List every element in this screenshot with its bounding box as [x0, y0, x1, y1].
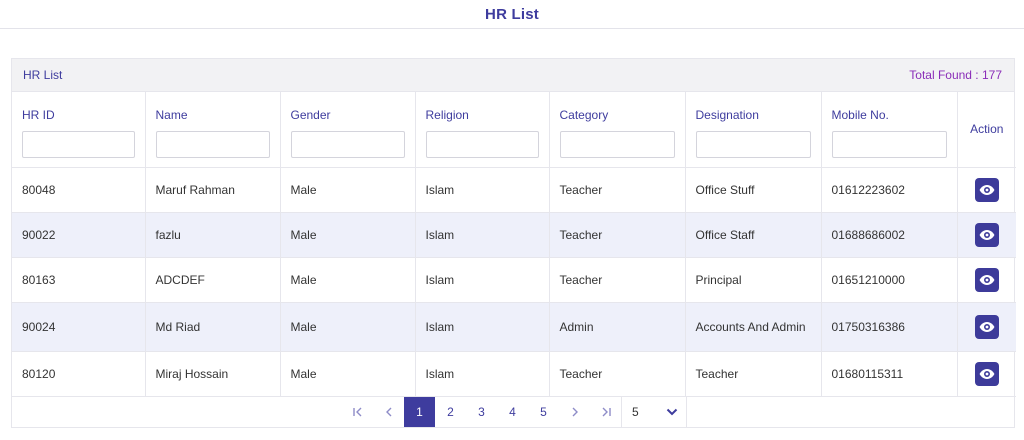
cell-name: Maruf Rahman [145, 167, 281, 213]
cell-mobile: 01651210000 [821, 257, 958, 303]
page-header: HR List [0, 0, 1024, 29]
page-title: HR List [485, 5, 539, 23]
cell-designation: Principal [685, 257, 822, 303]
cell-designation: Office Stuff [685, 167, 822, 213]
cell-hr-id: 80048 [12, 167, 146, 213]
cell-name: Md Riad [145, 302, 281, 352]
filter-designation-input[interactable] [695, 131, 811, 158]
cell-name: Miraj Hossain [145, 351, 281, 397]
view-button[interactable] [974, 177, 999, 202]
cell-action [957, 351, 1016, 397]
column-header-designation: Designation [685, 92, 822, 168]
table-row: 90024 Md Riad Male Islam Admin Accounts … [12, 302, 1016, 352]
hr-list-card: HR List Total Found : 177 HR ID Name Gen… [11, 58, 1016, 428]
column-header-religion: Religion [415, 92, 550, 168]
view-button[interactable] [974, 222, 999, 247]
cell-mobile: 01612223602 [821, 167, 958, 213]
filter-hr-id-input[interactable] [22, 131, 135, 158]
page-button-1[interactable]: 1 [404, 396, 435, 427]
filter-gender-input[interactable] [290, 131, 405, 158]
card-header: HR List Total Found : 177 [12, 59, 1014, 92]
filter-category-input[interactable] [559, 131, 675, 158]
cell-religion: Islam [415, 257, 550, 303]
card-title: HR List [23, 68, 63, 82]
total-found-count: Total Found : 177 [909, 68, 1002, 82]
page-button-5[interactable]: 5 [528, 397, 559, 427]
cell-action [957, 212, 1016, 258]
cell-designation: Office Staff [685, 212, 822, 258]
cell-hr-id: 90022 [12, 212, 146, 258]
cell-hr-id: 90024 [12, 302, 146, 352]
first-page-icon [352, 407, 361, 416]
cell-name: fazlu [145, 212, 281, 258]
cell-category: Teacher [549, 167, 686, 213]
cell-action [957, 167, 1016, 213]
cell-category: Admin [549, 302, 686, 352]
filter-mobile-input[interactable] [831, 131, 947, 158]
chevron-down-icon [666, 408, 678, 415]
eye-icon [979, 321, 995, 332]
column-header-action: Action [957, 92, 1016, 168]
cell-hr-id: 80120 [12, 351, 146, 397]
cell-category: Teacher [549, 257, 686, 303]
view-button[interactable] [974, 314, 999, 339]
next-page-button[interactable] [559, 397, 590, 427]
pagination: 1 2 3 4 5 5 [342, 396, 687, 427]
cell-designation: Accounts And Admin [685, 302, 822, 352]
prev-page-icon [385, 407, 391, 416]
cell-mobile: 01688686002 [821, 212, 958, 258]
cell-religion: Islam [415, 212, 550, 258]
cell-gender: Male [280, 257, 416, 303]
table-header-row: HR ID Name Gender Religion Category Desi… [12, 92, 1016, 168]
cell-category: Teacher [549, 212, 686, 258]
pagination-bar: 1 2 3 4 5 5 [12, 396, 1014, 427]
next-page-icon [572, 407, 578, 416]
filter-religion-input[interactable] [425, 131, 539, 158]
cell-name: ADCDEF [145, 257, 281, 303]
column-header-category: Category [549, 92, 686, 168]
prev-page-button[interactable] [373, 397, 404, 427]
cell-mobile: 01680115311 [821, 351, 958, 397]
cell-designation: Teacher [685, 351, 822, 397]
eye-icon [979, 368, 995, 379]
column-header-name: Name [145, 92, 281, 168]
page-button-4[interactable]: 4 [497, 397, 528, 427]
view-button[interactable] [974, 267, 999, 292]
cell-gender: Male [280, 212, 416, 258]
first-page-button[interactable] [342, 397, 373, 427]
cell-religion: Islam [415, 302, 550, 352]
cell-religion: Islam [415, 167, 550, 213]
page-size-select[interactable]: 5 [621, 396, 687, 427]
table-row: 90022 fazlu Male Islam Teacher Office St… [12, 212, 1016, 258]
hr-table: HR ID Name Gender Religion Category Desi… [12, 92, 1016, 397]
cell-mobile: 01750316386 [821, 302, 958, 352]
cell-category: Teacher [549, 351, 686, 397]
cell-gender: Male [280, 167, 416, 213]
last-page-icon [602, 407, 611, 416]
table-row: 80048 Maruf Rahman Male Islam Teacher Of… [12, 167, 1016, 213]
column-header-hr-id: HR ID [12, 92, 146, 168]
cell-action [957, 257, 1016, 303]
cell-religion: Islam [415, 351, 550, 397]
view-button[interactable] [974, 361, 999, 386]
table-row: 80120 Miraj Hossain Male Islam Teacher T… [12, 351, 1016, 397]
table-row: 80163 ADCDEF Male Islam Teacher Principa… [12, 257, 1016, 303]
cell-action [957, 302, 1016, 352]
cell-gender: Male [280, 302, 416, 352]
page-size-value: 5 [632, 404, 639, 419]
cell-gender: Male [280, 351, 416, 397]
column-header-mobile: Mobile No. [821, 92, 958, 168]
eye-icon [979, 274, 995, 285]
eye-icon [979, 184, 995, 195]
column-header-gender: Gender [280, 92, 416, 168]
cell-hr-id: 80163 [12, 257, 146, 303]
eye-icon [979, 229, 995, 240]
filter-name-input[interactable] [155, 131, 270, 158]
page-button-2[interactable]: 2 [435, 397, 466, 427]
page-button-3[interactable]: 3 [466, 397, 497, 427]
last-page-button[interactable] [590, 397, 621, 427]
